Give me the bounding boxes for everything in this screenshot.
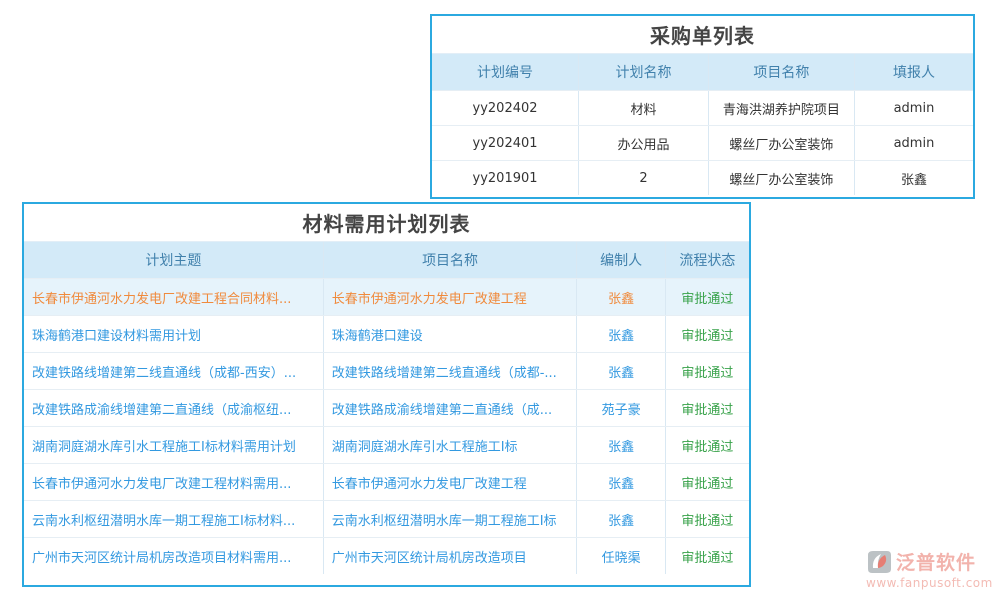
plan-subject-link[interactable]: 珠海鹤港口建设材料需用计划 <box>24 316 323 352</box>
table-row[interactable]: 改建铁路线增建第二线直通线（成都-西安）... 改建铁路线增建第二线直通线（成都… <box>24 352 749 389</box>
purchase-table-header: 计划编号 计划名称 项目名称 填报人 <box>432 54 973 90</box>
author-link[interactable]: 张鑫 <box>576 501 664 537</box>
table-row[interactable]: 珠海鹤港口建设材料需用计划 珠海鹤港口建设 张鑫 审批通过 <box>24 315 749 352</box>
plan-no-cell: yy202401 <box>432 126 578 160</box>
column-header-plan-no: 计划编号 <box>432 54 578 90</box>
status-badge: 审批通过 <box>665 501 749 537</box>
column-header-reporter: 填报人 <box>854 54 973 90</box>
project-cell: 螺丝厂办公室装饰 <box>708 126 854 160</box>
status-badge: 审批通过 <box>665 464 749 500</box>
table-row[interactable]: 广州市天河区统计局机房改造项目材料需用... 广州市天河区统计局机房改造项目 任… <box>24 537 749 574</box>
plan-name-cell: 材料 <box>578 91 708 125</box>
status-badge: 审批通过 <box>665 353 749 389</box>
table-row[interactable]: 改建铁路成渝线增建第二直通线（成渝枢纽... 改建铁路成渝线增建第二直通线（成.… <box>24 389 749 426</box>
author-link[interactable]: 张鑫 <box>576 464 664 500</box>
table-row: yy202402 材料 青海洪湖养护院项目 admin <box>432 90 973 125</box>
column-header-author: 编制人 <box>576 242 664 278</box>
status-badge: 审批通过 <box>665 279 749 315</box>
table-row: yy201901 2 螺丝厂办公室装饰 张鑫 <box>432 160 973 195</box>
watermark-brand-text: 泛普软件 <box>896 548 976 575</box>
column-header-status: 流程状态 <box>665 242 749 278</box>
plan-subject-link[interactable]: 长春市伊通河水力发电厂改建工程合同材料... <box>24 279 323 315</box>
plan-subject-link[interactable]: 长春市伊通河水力发电厂改建工程材料需用... <box>24 464 323 500</box>
material-plan-panel: 材料需用计划列表 计划主题 项目名称 编制人 流程状态 长春市伊通河水力发电厂改… <box>22 202 751 587</box>
project-name-link[interactable]: 湖南洞庭湖水库引水工程施工I标 <box>323 427 577 463</box>
project-name-link[interactable]: 改建铁路线增建第二线直通线（成都-... <box>323 353 577 389</box>
project-name-link[interactable]: 广州市天河区统计局机房改造项目 <box>323 538 577 574</box>
watermark: 泛普软件 www.fanpusoft.com <box>866 548 996 590</box>
reporter-cell: admin <box>854 91 973 125</box>
column-header-subject: 计划主题 <box>24 242 323 278</box>
reporter-cell: 张鑫 <box>854 161 973 195</box>
author-link[interactable]: 张鑫 <box>576 316 664 352</box>
plan-name-cell: 2 <box>578 161 708 195</box>
table-row[interactable]: 湖南洞庭湖水库引水工程施工I标材料需用计划 湖南洞庭湖水库引水工程施工I标 张鑫… <box>24 426 749 463</box>
author-link[interactable]: 张鑫 <box>576 279 664 315</box>
author-link[interactable]: 张鑫 <box>576 427 664 463</box>
table-row: yy202401 办公用品 螺丝厂办公室装饰 admin <box>432 125 973 160</box>
plan-subject-link[interactable]: 云南水利枢纽潜明水库一期工程施工I标材料... <box>24 501 323 537</box>
column-header-project: 项目名称 <box>708 54 854 90</box>
material-table-header: 计划主题 项目名称 编制人 流程状态 <box>24 242 749 278</box>
plan-subject-link[interactable]: 改建铁路线增建第二线直通线（成都-西安）... <box>24 353 323 389</box>
project-name-link[interactable]: 改建铁路成渝线增建第二直通线（成... <box>323 390 577 426</box>
plan-no-cell: yy201901 <box>432 161 578 195</box>
table-row[interactable]: 长春市伊通河水力发电厂改建工程材料需用... 长春市伊通河水力发电厂改建工程 张… <box>24 463 749 500</box>
status-badge: 审批通过 <box>665 538 749 574</box>
material-plan-title: 材料需用计划列表 <box>24 204 749 242</box>
author-link[interactable]: 任晓渠 <box>576 538 664 574</box>
project-name-link[interactable]: 云南水利枢纽潜明水库一期工程施工I标 <box>323 501 577 537</box>
plan-subject-link[interactable]: 广州市天河区统计局机房改造项目材料需用... <box>24 538 323 574</box>
reporter-cell: admin <box>854 126 973 160</box>
status-badge: 审批通过 <box>665 316 749 352</box>
author-link[interactable]: 苑子豪 <box>576 390 664 426</box>
plan-subject-link[interactable]: 湖南洞庭湖水库引水工程施工I标材料需用计划 <box>24 427 323 463</box>
project-name-link[interactable]: 长春市伊通河水力发电厂改建工程 <box>323 464 577 500</box>
status-badge: 审批通过 <box>665 390 749 426</box>
project-cell: 螺丝厂办公室装饰 <box>708 161 854 195</box>
fanpu-logo-icon <box>866 550 892 574</box>
author-link[interactable]: 张鑫 <box>576 353 664 389</box>
project-name-link[interactable]: 珠海鹤港口建设 <box>323 316 577 352</box>
table-row[interactable]: 云南水利枢纽潜明水库一期工程施工I标材料... 云南水利枢纽潜明水库一期工程施工… <box>24 500 749 537</box>
status-badge: 审批通过 <box>665 427 749 463</box>
plan-subject-link[interactable]: 改建铁路成渝线增建第二直通线（成渝枢纽... <box>24 390 323 426</box>
purchase-list-panel: 采购单列表 计划编号 计划名称 项目名称 填报人 yy202402 材料 青海洪… <box>430 14 975 199</box>
column-header-plan-name: 计划名称 <box>578 54 708 90</box>
plan-no-cell: yy202402 <box>432 91 578 125</box>
plan-name-cell: 办公用品 <box>578 126 708 160</box>
table-row[interactable]: 长春市伊通河水力发电厂改建工程合同材料... 长春市伊通河水力发电厂改建工程 张… <box>24 278 749 315</box>
project-cell: 青海洪湖养护院项目 <box>708 91 854 125</box>
watermark-url: www.fanpusoft.com <box>866 576 996 590</box>
column-header-project: 项目名称 <box>323 242 577 278</box>
purchase-list-title: 采购单列表 <box>432 16 973 54</box>
project-name-link[interactable]: 长春市伊通河水力发电厂改建工程 <box>323 279 577 315</box>
